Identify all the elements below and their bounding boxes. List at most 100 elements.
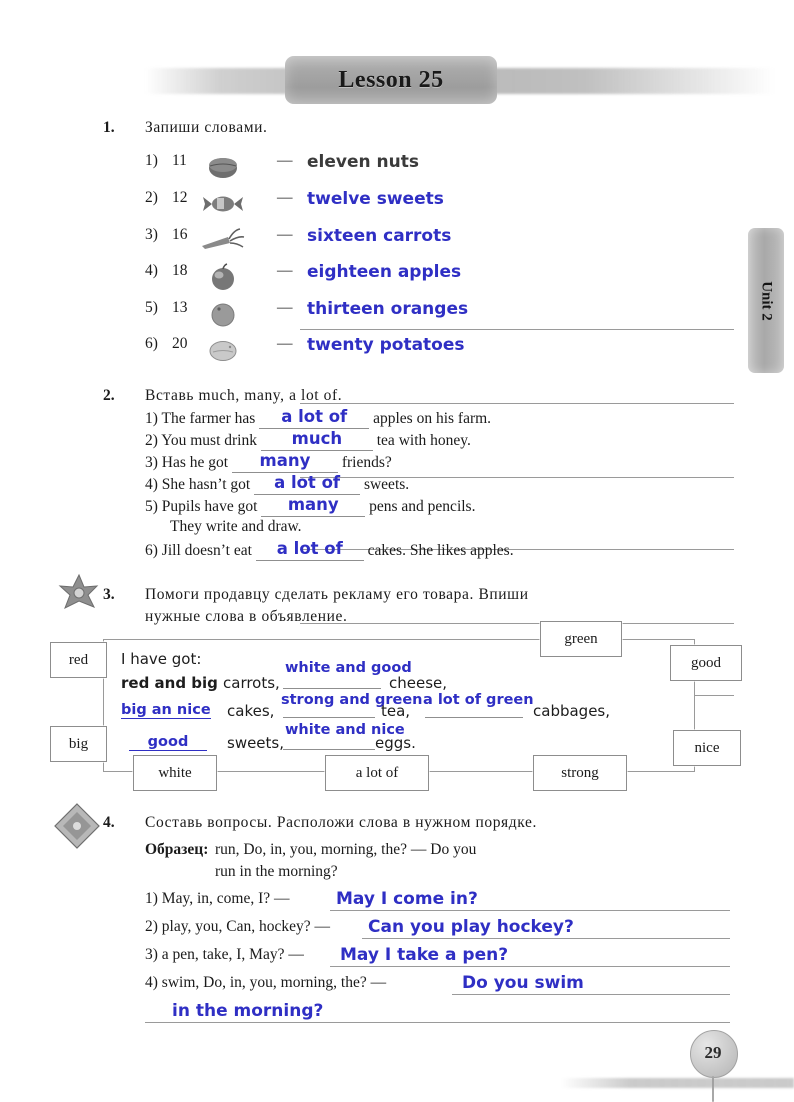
ad-line1-blank[interactable] bbox=[283, 688, 381, 689]
answer-text: a lot of bbox=[281, 407, 348, 426]
answer-text[interactable]: May I come in? bbox=[336, 889, 478, 909]
exercise-1-instruction: Запиши словами. bbox=[145, 119, 268, 136]
ad-line3-noun2: eggs. bbox=[375, 734, 416, 752]
answer-blank[interactable]: a lot of bbox=[254, 473, 361, 495]
sentence-after: friends? bbox=[341, 454, 392, 471]
word-box-label: a lot of bbox=[355, 764, 399, 781]
answer-text[interactable]: May I take a pen? bbox=[340, 945, 508, 965]
word-box-red[interactable]: red bbox=[50, 642, 107, 678]
ad-intro: I have got: bbox=[121, 650, 202, 668]
page-title: Lesson 25 bbox=[338, 66, 444, 93]
ad-line2-blank2[interactable] bbox=[425, 717, 523, 718]
page-number-balloon: 29 bbox=[690, 1030, 738, 1102]
ad-line2-noun2: tea, bbox=[381, 702, 411, 720]
answer-blank[interactable]: a lot of bbox=[259, 407, 370, 429]
answer-rule bbox=[300, 623, 734, 624]
answer-rule bbox=[362, 938, 730, 939]
item-prompt: swim, Do, in, you, morning, the? — bbox=[161, 974, 387, 991]
answer-blank[interactable]: many bbox=[261, 495, 366, 517]
sentence-before: She hasn’t got bbox=[161, 476, 251, 493]
ad-line1-noun2: cheese, bbox=[389, 674, 448, 692]
word-box-a-lot-of[interactable]: a lot of bbox=[325, 755, 429, 791]
answer-text[interactable]: Do you swim bbox=[462, 973, 584, 993]
word-box-white[interactable]: white bbox=[133, 755, 217, 791]
item-index: 5) bbox=[145, 498, 158, 515]
ad-line2-answer3: a lot of green bbox=[423, 692, 534, 708]
item-number: 12 bbox=[172, 189, 188, 206]
ad-line3-noun: sweets, bbox=[227, 734, 285, 752]
item-index: 2) bbox=[145, 432, 158, 449]
list-item: 6) Jill doesn’t eat a lot of cakes. She … bbox=[145, 539, 514, 561]
word-box-strong[interactable]: strong bbox=[533, 755, 627, 791]
item-index: 6) bbox=[145, 335, 158, 352]
item-index: 4) bbox=[145, 476, 158, 493]
item-continuation: They write and draw. bbox=[170, 518, 302, 535]
diamond-decoration-icon bbox=[52, 802, 102, 850]
word-box-big[interactable]: big bbox=[50, 726, 107, 762]
list-item: 2) You must drink much tea with honey. bbox=[145, 429, 471, 451]
word-box-label: nice bbox=[694, 739, 720, 756]
exercise-2-instruction: Вставь much, many, a lot of. bbox=[145, 387, 343, 404]
item-number: 13 bbox=[172, 299, 188, 316]
list-item: 3) a pen, take, I, May? — bbox=[145, 946, 304, 964]
item-prompt: a pen, take, I, May? — bbox=[161, 946, 304, 963]
word-box-label: green bbox=[564, 630, 598, 647]
ad-line3-answer1[interactable]: good bbox=[129, 734, 207, 751]
ad-line3-blank[interactable] bbox=[283, 749, 375, 750]
item-prompt: May, in, come, I? — bbox=[161, 890, 290, 907]
answer-text[interactable]: eighteen apples bbox=[307, 262, 461, 282]
answer-text[interactable]: Can you play hockey? bbox=[368, 917, 574, 937]
item-index: 3) bbox=[145, 454, 158, 471]
answer-text: much bbox=[291, 429, 343, 448]
exercise-3-instruction-line1: Помоги продавцу сделать рекламу его това… bbox=[145, 586, 529, 603]
word-box-good[interactable]: good bbox=[670, 645, 742, 681]
answer-text[interactable]: thirteen oranges bbox=[307, 299, 468, 319]
answer-text-continuation[interactable]: in the morning? bbox=[172, 1001, 323, 1021]
advertisement-diagram: I have got: red and big carrots, white a… bbox=[45, 621, 745, 805]
answer-blank[interactable]: many bbox=[231, 451, 338, 473]
item-dash: — bbox=[277, 335, 293, 352]
ad-line2-answer1[interactable]: big an nice bbox=[121, 702, 211, 719]
sentence-before: The farmer has bbox=[161, 410, 256, 427]
nut-icon bbox=[200, 152, 246, 182]
item-dash: — bbox=[277, 226, 293, 243]
item-index: 6) bbox=[145, 542, 158, 559]
list-item: 1) 11 — eleven nuts bbox=[0, 152, 794, 330]
answer-text[interactable]: sixteen carrots bbox=[307, 226, 451, 246]
item-number: 18 bbox=[172, 262, 188, 279]
sentence-before: Jill doesn’t eat bbox=[161, 542, 252, 559]
sentence-before: You must drink bbox=[161, 432, 257, 449]
item-index: 4) bbox=[145, 974, 158, 991]
word-box-label: big bbox=[68, 735, 89, 752]
list-item: 6) 20 — twenty potatoes bbox=[0, 335, 794, 696]
ad-line2-blank[interactable] bbox=[283, 717, 375, 718]
answer-blank[interactable]: a lot of bbox=[255, 539, 364, 561]
ad-line2-noun: cakes, bbox=[227, 702, 275, 720]
word-box-nice[interactable]: nice bbox=[673, 730, 741, 766]
answer-blank[interactable]: much bbox=[260, 429, 373, 451]
answer-text[interactable]: twenty potatoes bbox=[307, 335, 465, 355]
answer-text[interactable]: twelve sweets bbox=[307, 189, 444, 209]
sentence-before: Pupils have got bbox=[161, 498, 258, 515]
word-box-green[interactable]: green bbox=[540, 621, 622, 657]
item-prompt: play, you, Can, hockey? — bbox=[161, 918, 330, 935]
item-index: 1) bbox=[145, 410, 158, 427]
answer-text: a lot of bbox=[274, 473, 341, 492]
answer-text: many bbox=[259, 451, 311, 470]
list-item: 5) Pupils have got many pens and pencils… bbox=[145, 495, 476, 517]
exercise-1-number: 1. bbox=[103, 119, 115, 136]
sentence-after: pens and pencils. bbox=[369, 498, 476, 515]
footer-smear-decoration bbox=[560, 1078, 794, 1088]
candy-icon bbox=[200, 189, 246, 219]
answer-text: a lot of bbox=[276, 539, 343, 558]
list-item: 4) She hasn’t got a lot of sweets. bbox=[145, 473, 410, 495]
answer-text[interactable]: eleven nuts bbox=[307, 152, 419, 172]
item-index: 2) bbox=[145, 918, 158, 935]
list-item: 1) The farmer has a lot of apples on his… bbox=[145, 407, 491, 429]
item-dash: — bbox=[277, 189, 293, 206]
item-dash: — bbox=[277, 262, 293, 279]
apple-icon bbox=[200, 262, 246, 292]
item-index: 2) bbox=[145, 189, 158, 206]
answer-rule-continuation bbox=[145, 1022, 730, 1023]
sentence-after: sweets. bbox=[363, 476, 410, 493]
